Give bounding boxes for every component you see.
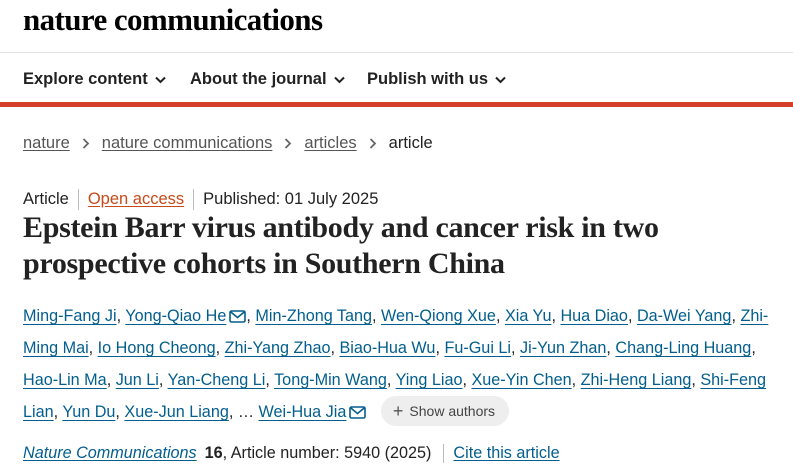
show-authors-label: Show authors [409, 402, 496, 419]
chevron-down-icon [333, 76, 345, 83]
mail-icon[interactable] [229, 310, 247, 323]
author-link[interactable]: Da-Wei Yang [637, 307, 731, 325]
author-list: Ming-Fang Ji, Yong-Qiao He, Min-Zhong Ta… [23, 300, 783, 428]
article-type: Article [23, 190, 69, 208]
chevron-right-icon [82, 138, 90, 149]
author-link[interactable]: Ying Liao [396, 371, 463, 389]
divider [193, 189, 195, 210]
author-link[interactable]: Min-Zhong Tang [255, 307, 372, 325]
volume: 16 [204, 444, 223, 462]
author-ellipsis: … [237, 403, 255, 421]
site-header: nature communications [0, 0, 793, 53]
author-link[interactable]: Hao-Lin Ma [23, 371, 107, 389]
chevron-down-icon [495, 76, 506, 83]
nav-about-journal[interactable]: About the journal [190, 70, 345, 89]
divider [443, 444, 445, 463]
author-link[interactable]: Wen-Qiong Xue [381, 307, 496, 325]
journal-link[interactable]: Nature Communications [23, 444, 197, 463]
breadcrumb-articles[interactable]: articles [304, 134, 356, 153]
author-link[interactable]: Chang-Ling Huang [615, 339, 751, 357]
breadcrumb-nature-communications[interactable]: nature communications [102, 134, 273, 153]
breadcrumb-nature[interactable]: nature [23, 134, 70, 153]
nav-publish-with-us[interactable]: Publish with us [367, 70, 506, 89]
show-authors-button[interactable]: + Show authors [380, 395, 510, 426]
open-access-link[interactable]: Open access [88, 190, 184, 209]
author-link[interactable]: Io Hong Cheong [98, 339, 216, 357]
author-link[interactable]: Zhi-Yang Zhao [225, 339, 331, 357]
author-link[interactable]: Wei-Hua Jia [259, 403, 347, 421]
author-link[interactable]: Yong-Qiao He [125, 307, 226, 325]
breadcrumb-current: article [388, 134, 433, 152]
article-number: , Article number: 5940 (2025) [222, 444, 432, 462]
author-link[interactable]: Xia Yu [505, 307, 552, 325]
nav-explore-content[interactable]: Explore content [23, 70, 166, 89]
author-link[interactable]: Yun Du [62, 403, 115, 421]
author-link[interactable]: Ming-Fang Ji [23, 307, 117, 325]
author-link[interactable]: Fu-Gui Li [444, 339, 511, 357]
divider [77, 189, 79, 210]
cite-this-article-link[interactable]: Cite this article [453, 444, 559, 463]
nav-label: Publish with us [367, 70, 489, 88]
main-nav: Explore content About the journal Publis… [0, 53, 793, 107]
nav-label: Explore content [23, 70, 148, 88]
author-link[interactable]: Jun Li [116, 371, 159, 389]
author-link[interactable]: Xue-Jun Liang [124, 403, 228, 421]
author-link[interactable]: Xue-Yin Chen [471, 371, 571, 389]
plus-icon: + [392, 400, 404, 421]
nav-label: About the journal [190, 70, 327, 88]
article-title: Epstein Barr virus antibody and cancer r… [23, 211, 659, 280]
author-link[interactable]: Hua Diao [560, 307, 628, 325]
article-meta: Article Open access Published: 01 July 2… [23, 189, 378, 210]
author-link[interactable]: Tong-Min Wang [274, 371, 387, 389]
chevron-down-icon [154, 76, 166, 83]
chevron-right-icon [369, 138, 377, 149]
author-link[interactable]: Zhi-Heng Liang [581, 371, 692, 389]
mail-icon[interactable] [349, 406, 367, 419]
chevron-right-icon [284, 138, 292, 149]
breadcrumb: nature nature communications articles ar… [23, 134, 433, 153]
citation-line: Nature Communications 16 , Article numbe… [23, 444, 560, 463]
author-link[interactable]: Ji-Yun Zhan [520, 339, 606, 357]
author-link[interactable]: Biao-Hua Wu [339, 339, 435, 357]
published-date: Published: 01 July 2025 [203, 190, 379, 208]
author-link[interactable]: Yan-Cheng Li [168, 371, 266, 389]
journal-logo[interactable]: nature communications [23, 2, 323, 38]
